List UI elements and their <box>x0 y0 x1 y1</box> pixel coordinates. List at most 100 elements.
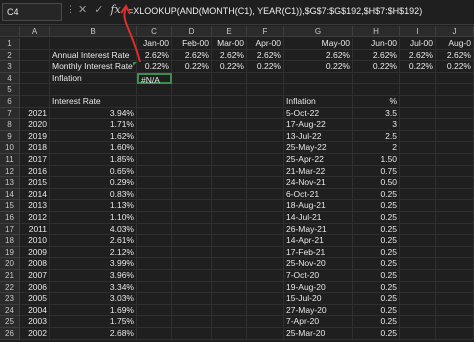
inflation-date-cell[interactable]: 25-Mar-20 <box>284 328 353 340</box>
year-cell[interactable]: 2003 <box>20 316 50 328</box>
inflation-date-cell[interactable]: 25-Apr-22 <box>284 154 353 166</box>
grid-cell[interactable] <box>247 177 284 189</box>
year-cell[interactable]: 2013 <box>20 200 50 212</box>
cell-j1[interactable]: Aug-0 <box>436 38 474 50</box>
grid-cell[interactable] <box>436 96 474 108</box>
grid-cell[interactable] <box>247 142 284 154</box>
grid-cell[interactable] <box>212 258 247 270</box>
grid-cell[interactable] <box>50 84 137 96</box>
cell-c3[interactable]: 0.22% <box>137 61 172 73</box>
inflation-pct-cell[interactable]: 0.25 <box>353 270 400 282</box>
grid-cell[interactable] <box>436 316 474 328</box>
cell-c1[interactable]: Jan-00 <box>137 38 172 50</box>
inflation-date-cell[interactable]: 27-May-20 <box>284 304 353 317</box>
row-header-17[interactable]: 17 <box>0 223 20 236</box>
rate-cell[interactable]: 4.03% <box>50 223 137 236</box>
cell-g2[interactable]: 2.62% <box>284 49 353 62</box>
inflation-pct-cell[interactable]: 0.25 <box>353 316 400 328</box>
inflation-pct-cell[interactable]: 0.25 <box>353 223 400 236</box>
grid-cell[interactable] <box>172 200 212 212</box>
year-cell[interactable]: 2017 <box>20 154 50 166</box>
grid-cell[interactable] <box>172 188 212 201</box>
inflation-pct-cell[interactable]: 2 <box>353 142 400 154</box>
grid-cell[interactable] <box>212 142 247 154</box>
inflation-date-cell[interactable]: 6-Oct-21 <box>284 188 353 201</box>
rate-cell[interactable]: 3.03% <box>50 293 137 305</box>
inflation-pct-cell[interactable]: 0.25 <box>353 188 400 201</box>
row-header-2[interactable]: 2 <box>0 49 20 62</box>
column-header-d[interactable]: D <box>172 26 212 37</box>
grid-cell[interactable] <box>212 246 247 259</box>
inflation-pct-cell[interactable]: 0.25 <box>353 304 400 317</box>
grid-cell[interactable] <box>212 281 247 294</box>
grid-cell[interactable] <box>172 130 212 143</box>
cell-h6[interactable]: % <box>353 96 400 108</box>
grid-cell[interactable] <box>400 142 436 154</box>
grid-cell[interactable] <box>212 200 247 212</box>
grid-cell[interactable] <box>436 154 474 166</box>
cell-j2[interactable]: 2.62% <box>436 49 474 62</box>
grid-cell[interactable] <box>212 316 247 328</box>
row-header-20[interactable]: 20 <box>0 258 20 270</box>
grid-cell[interactable] <box>400 212 436 224</box>
grid-cell[interactable] <box>400 328 436 340</box>
grid-cell[interactable] <box>436 142 474 154</box>
grid-cell[interactable] <box>212 107 247 120</box>
year-cell[interactable]: 2008 <box>20 258 50 270</box>
grid-cell[interactable] <box>247 246 284 259</box>
grid-cell[interactable] <box>400 235 436 247</box>
grid-cell[interactable] <box>172 304 212 317</box>
grid-cell[interactable] <box>137 293 172 305</box>
grid-cell[interactable] <box>212 165 247 178</box>
grid-cell[interactable] <box>137 84 172 96</box>
grid-cell[interactable] <box>137 119 172 131</box>
cell-i1[interactable]: Jul-00 <box>400 38 436 50</box>
grid-cell[interactable] <box>137 246 172 259</box>
inflation-pct-cell[interactable]: 0.25 <box>353 328 400 340</box>
inflation-pct-cell[interactable]: 0.25 <box>353 258 400 270</box>
grid-cell[interactable] <box>247 223 284 236</box>
column-header-a[interactable]: A <box>20 26 50 37</box>
row-header-14[interactable]: 14 <box>0 188 20 201</box>
column-header-c[interactable]: C <box>137 26 172 37</box>
cell-f3[interactable]: 0.22% <box>247 61 284 73</box>
grid-cell[interactable] <box>137 200 172 212</box>
grid-cell[interactable] <box>172 212 212 224</box>
grid-cell[interactable] <box>137 154 172 166</box>
year-cell[interactable]: 2014 <box>20 188 50 201</box>
grid-cell[interactable] <box>247 154 284 166</box>
row-header-22[interactable]: 22 <box>0 281 20 294</box>
cell-e3[interactable]: 0.22% <box>212 61 247 73</box>
rate-cell[interactable]: 0.83% <box>50 188 137 201</box>
cancel-icon[interactable]: ✕ <box>78 3 87 16</box>
inflation-date-cell[interactable]: 14-Jul-21 <box>284 212 353 224</box>
cell-f1[interactable]: Apr-00 <box>247 38 284 50</box>
inflation-pct-cell[interactable]: 0.75 <box>353 165 400 178</box>
grid-cell[interactable] <box>436 165 474 178</box>
inflation-pct-cell[interactable]: 0.25 <box>353 212 400 224</box>
grid-cell[interactable] <box>172 177 212 189</box>
grid-cell[interactable] <box>172 293 212 305</box>
row-header-7[interactable]: 7 <box>0 107 20 120</box>
rate-cell[interactable]: 2.12% <box>50 246 137 259</box>
grid-cell[interactable] <box>247 72 284 85</box>
insert-function-icon[interactable]: fx <box>110 3 120 16</box>
grid-cell[interactable] <box>400 177 436 189</box>
column-header-e[interactable]: E <box>212 26 247 37</box>
rate-cell[interactable]: 0.65% <box>50 165 137 178</box>
grid-cell[interactable] <box>400 281 436 294</box>
cell-b4[interactable]: Inflation <box>50 72 137 85</box>
year-cell[interactable]: 2016 <box>20 165 50 178</box>
cell-c2[interactable]: 2.62% <box>137 49 172 62</box>
grid-cell[interactable] <box>212 304 247 317</box>
rate-cell[interactable]: 1.69% <box>50 304 137 317</box>
error-indicator-icon[interactable] <box>133 62 137 67</box>
grid-cell[interactable] <box>172 281 212 294</box>
inflation-pct-cell[interactable]: 0.25 <box>353 246 400 259</box>
rate-cell[interactable]: 3.94% <box>50 107 137 120</box>
grid-cell[interactable] <box>20 38 50 50</box>
grid-cell[interactable] <box>436 223 474 236</box>
grid-cell[interactable] <box>400 293 436 305</box>
grid-cell[interactable] <box>247 165 284 178</box>
grid-cell[interactable] <box>137 188 172 201</box>
